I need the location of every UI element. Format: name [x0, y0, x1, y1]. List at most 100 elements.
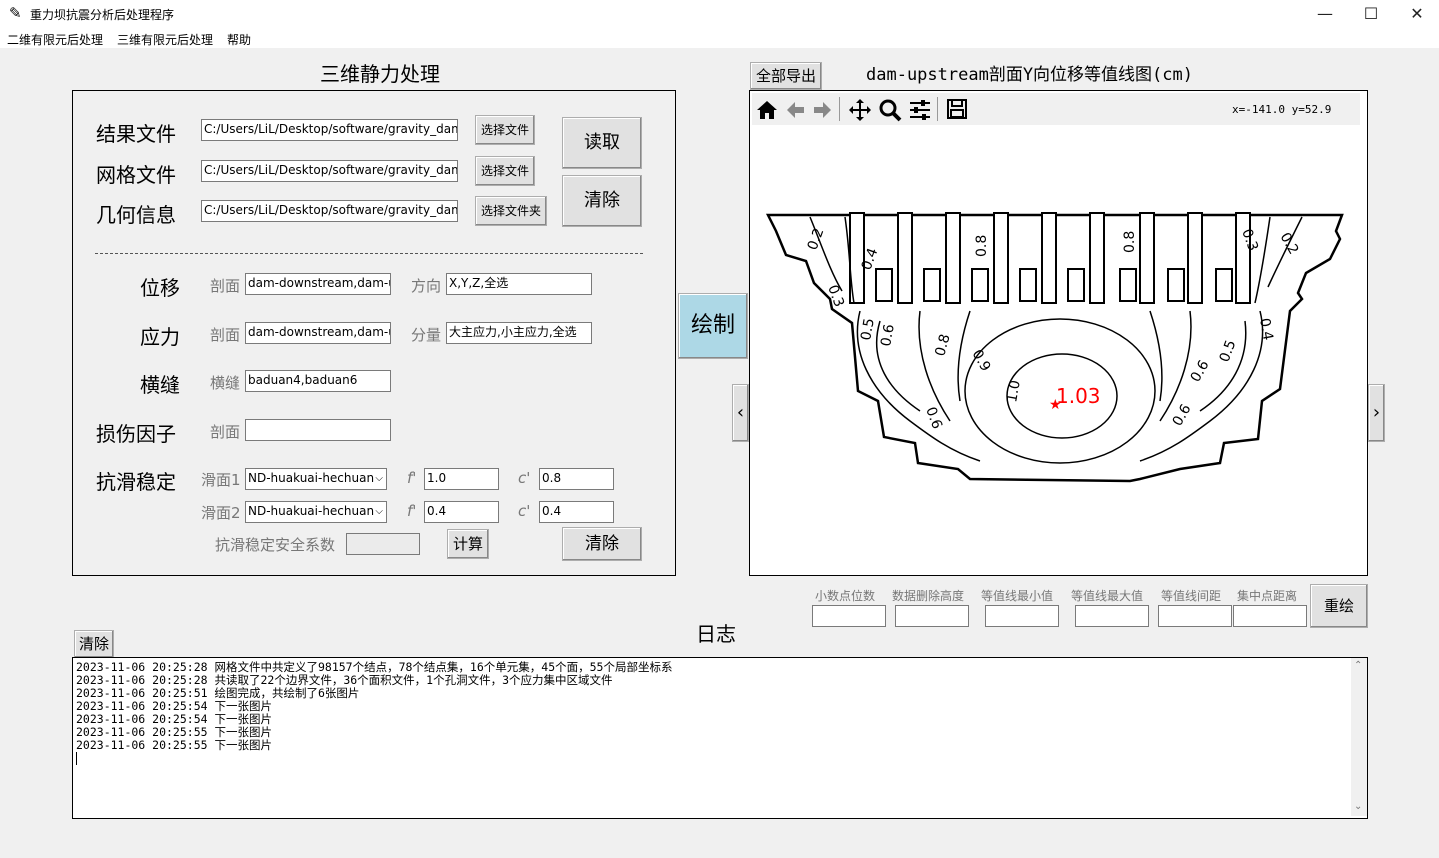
contour-label: 0.4: [1256, 317, 1276, 342]
maximize-button[interactable]: ☐: [1348, 0, 1394, 28]
clear-sliding-button[interactable]: 清除: [562, 527, 642, 561]
select-folder-button[interactable]: 选择文件夹: [475, 196, 547, 226]
menu-3d-post[interactable]: 三维有限元后处理: [117, 31, 213, 48]
sliding-label: 抗滑稳定: [96, 470, 176, 494]
menu-bar: 二维有限元后处理 三维有限元后处理 帮助: [0, 28, 1439, 48]
mesh-file-label: 网格文件: [96, 163, 176, 187]
surface1-label: 滑面1: [201, 471, 241, 489]
contour-line: [1149, 310, 1163, 402]
log-title: 日志: [696, 622, 736, 646]
result-file-input[interactable]: C:/Users/LiL/Desktop/software/gravity_da…: [201, 119, 458, 141]
next-plot-button[interactable]: ›: [1368, 384, 1385, 442]
log-lines: 2023-11-06 20:25:28 网格文件中共定义了98157个结点，78…: [76, 661, 672, 765]
joint-sub-label: 横缝: [210, 374, 241, 392]
surface1-f-label: f': [407, 469, 417, 487]
decimal-places-input[interactable]: [812, 605, 886, 627]
scroll-up-icon[interactable]: ⌃: [1354, 660, 1362, 671]
contour-label: 0.9: [969, 347, 994, 374]
stress-component-input[interactable]: 大主应力,小主应力,全选: [446, 322, 592, 344]
joint-input[interactable]: baduan4,baduan6: [245, 370, 391, 392]
pier: [897, 212, 913, 304]
contour-interval-input[interactable]: [1158, 605, 1232, 627]
surface1-c-label: c': [518, 469, 531, 487]
gallery: [1215, 268, 1233, 302]
title-bar: ✎ 重力坝抗震分析后处理程序 — ☐ ✕: [0, 0, 1439, 28]
chevron-down-icon[interactable]: ⌵: [375, 502, 383, 521]
export-all-button[interactable]: 全部导出: [750, 62, 822, 90]
contour-max-label: 等值线最大值: [1071, 589, 1144, 603]
contour-label: 1.0: [1004, 379, 1024, 404]
contour-label: 0.2: [1277, 230, 1302, 257]
select-mesh-file-button[interactable]: 选择文件: [475, 156, 535, 186]
text-cursor: [76, 752, 77, 765]
contour-label: 0.6: [878, 323, 898, 348]
contour-line: [1159, 310, 1192, 422]
decimal-places-label: 小数点位数: [815, 589, 876, 603]
window-title: 重力坝抗震分析后处理程序: [30, 8, 175, 22]
surface2-f-input[interactable]: 0.4: [424, 501, 499, 523]
calculate-button[interactable]: 计算: [447, 529, 489, 559]
log-line: 2023-11-06 20:25:55 下一张图片: [76, 738, 272, 752]
contour-line: [957, 310, 971, 402]
delete-height-label: 数据删除高度: [892, 589, 965, 603]
contour-label: 0.5: [858, 317, 878, 342]
damage-section-input[interactable]: [245, 419, 391, 441]
contour-line: [1254, 216, 1271, 304]
log-scrollbar[interactable]: ⌃ ⌄: [1351, 658, 1367, 816]
draw-button[interactable]: 绘制: [678, 293, 748, 359]
gallery: [1119, 268, 1137, 302]
menu-2d-post[interactable]: 二维有限元后处理: [7, 31, 103, 48]
contour-label: 0.8: [974, 235, 990, 257]
pier: [1089, 212, 1105, 304]
scroll-down-icon[interactable]: ⌄: [1354, 801, 1362, 812]
surface1-select[interactable]: ND-huakuai-hechuan ⌵: [245, 468, 387, 490]
displacement-label: 位移: [140, 276, 180, 300]
chevron-down-icon[interactable]: ⌵: [375, 469, 383, 488]
chevron-right-icon: ›: [1372, 402, 1381, 423]
disp-direction-input[interactable]: X,Y,Z,全选: [446, 273, 592, 295]
contour-label: 0.6: [1188, 358, 1213, 385]
mesh-file-input[interactable]: C:/Users/LiL/Desktop/software/gravity_da…: [201, 160, 458, 182]
contour-min-label: 等值线最小值: [981, 589, 1054, 603]
redraw-button[interactable]: 重绘: [1310, 584, 1368, 628]
surface1-value: ND-huakuai-hechuan: [248, 471, 375, 485]
contour-max-input[interactable]: [1075, 605, 1149, 627]
concentration-distance-label: 集中点距离: [1237, 589, 1298, 603]
pier: [993, 212, 1009, 304]
contour-label: 0.3: [824, 283, 847, 309]
contour-label: 0.6: [1170, 402, 1195, 429]
contour-label: 0.2: [805, 226, 828, 252]
disp-section-label: 剖面: [210, 277, 241, 295]
surface2-select[interactable]: ND-huakuai-hechuan ⌵: [245, 501, 387, 523]
concentration-distance-input[interactable]: [1233, 605, 1307, 627]
surface2-c-label: c': [518, 502, 531, 520]
surface1-c-input[interactable]: 0.8: [539, 468, 614, 490]
damage-label: 损伤因子: [96, 422, 176, 446]
contour-line: [1139, 310, 1264, 462]
stress-section-input[interactable]: dam-downstream,dam-u: [245, 322, 391, 344]
stress-section-label: 剖面: [210, 326, 241, 344]
log-area[interactable]: 2023-11-06 20:25:28 网格文件中共定义了98157个结点，78…: [72, 657, 1368, 819]
clear-files-button[interactable]: 清除: [562, 175, 642, 227]
gallery: [971, 268, 989, 302]
disp-section-input[interactable]: dam-downstream,dam-u: [245, 273, 391, 295]
pier: [1041, 212, 1057, 304]
menu-help[interactable]: 帮助: [227, 31, 251, 48]
surface2-c-input[interactable]: 0.4: [539, 501, 614, 523]
gallery: [1067, 268, 1085, 302]
close-button[interactable]: ✕: [1394, 0, 1439, 28]
select-result-file-button[interactable]: 选择文件: [475, 115, 535, 145]
contour-plot: 0.2 0.4 0.3 0.8 0.8 0.3 0.2 0.4 0.5 0.6 …: [765, 212, 1344, 483]
contour-min-input[interactable]: [985, 605, 1059, 627]
max-value-label: 1.03: [1056, 384, 1101, 408]
geometry-input[interactable]: C:/Users/LiL/Desktop/software/gravity_da…: [201, 200, 458, 222]
clear-log-button[interactable]: 清除: [74, 630, 114, 658]
contour-line: [918, 310, 951, 422]
previous-plot-button[interactable]: ‹: [732, 384, 749, 442]
minimize-button[interactable]: —: [1302, 0, 1348, 28]
separator: [95, 253, 643, 254]
delete-height-input[interactable]: [895, 605, 969, 627]
feather-icon: ✎: [9, 4, 22, 22]
surface1-f-input[interactable]: 1.0: [424, 468, 499, 490]
read-button[interactable]: 读取: [562, 117, 642, 169]
